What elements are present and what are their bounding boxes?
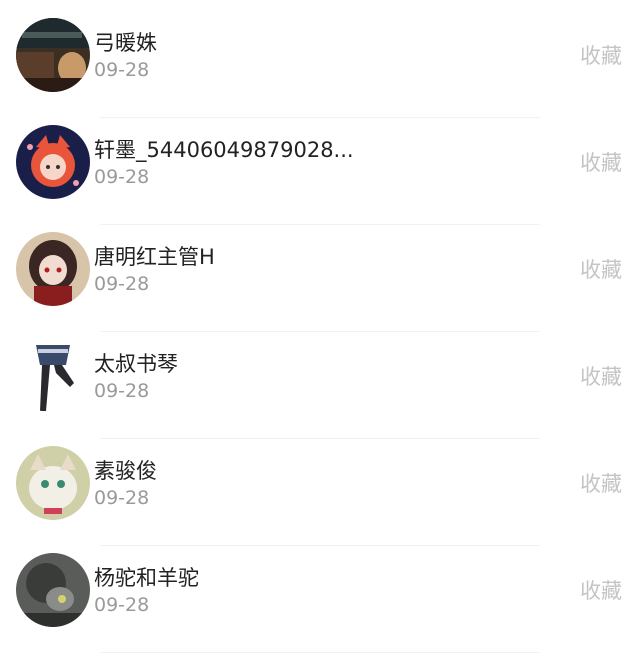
avatar[interactable] [16,446,90,520]
list-item[interactable]: 轩墨_54406049879028... 09-28 收藏 [0,107,640,214]
favorite-button[interactable]: 收藏 [580,364,622,390]
favorite-button[interactable]: 收藏 [580,578,622,604]
avatar-doll-girl-icon [16,232,90,306]
date-label: 09-28 [94,59,150,81]
user-name: 轩墨_54406049879028... [94,138,354,162]
avatar-white-cat-icon [16,446,90,520]
avatar-dark-gray-icon [16,553,90,627]
user-name: 弓暖姝 [94,31,157,55]
avatar[interactable] [16,339,90,413]
list-item[interactable]: 唐明红主管H 09-28 收藏 [0,214,640,321]
user-name: 杨驼和羊驼 [94,566,199,590]
favorites-list: 弓暖姝 09-28 收藏 轩墨_54406049879028... 09-28 … [0,0,640,653]
user-name: 太叔书琴 [94,352,178,376]
date-label: 09-28 [94,273,150,295]
avatar[interactable] [16,18,90,92]
user-name: 唐明红主管H [94,245,215,269]
user-name: 素骏俊 [94,459,157,483]
date-label: 09-28 [94,594,150,616]
list-item[interactable]: 弓暖姝 09-28 收藏 [0,0,640,107]
favorite-button[interactable]: 收藏 [580,471,622,497]
avatar-video-cat-icon [16,18,90,92]
favorite-button[interactable]: 收藏 [580,150,622,176]
avatar[interactable] [16,232,90,306]
date-label: 09-28 [94,380,150,402]
favorite-button[interactable]: 收藏 [580,43,622,69]
avatar-anime-girl-icon [16,125,90,199]
date-label: 09-28 [94,166,150,188]
list-item[interactable]: 杨驼和羊驼 09-28 收藏 [0,535,640,642]
list-item[interactable]: 太叔书琴 09-28 收藏 [0,321,640,428]
avatar-legs-icon [16,339,90,413]
favorite-button[interactable]: 收藏 [580,257,622,283]
date-label: 09-28 [94,487,150,509]
avatar[interactable] [16,553,90,627]
list-item[interactable]: 素骏俊 09-28 收藏 [0,428,640,535]
avatar[interactable] [16,125,90,199]
